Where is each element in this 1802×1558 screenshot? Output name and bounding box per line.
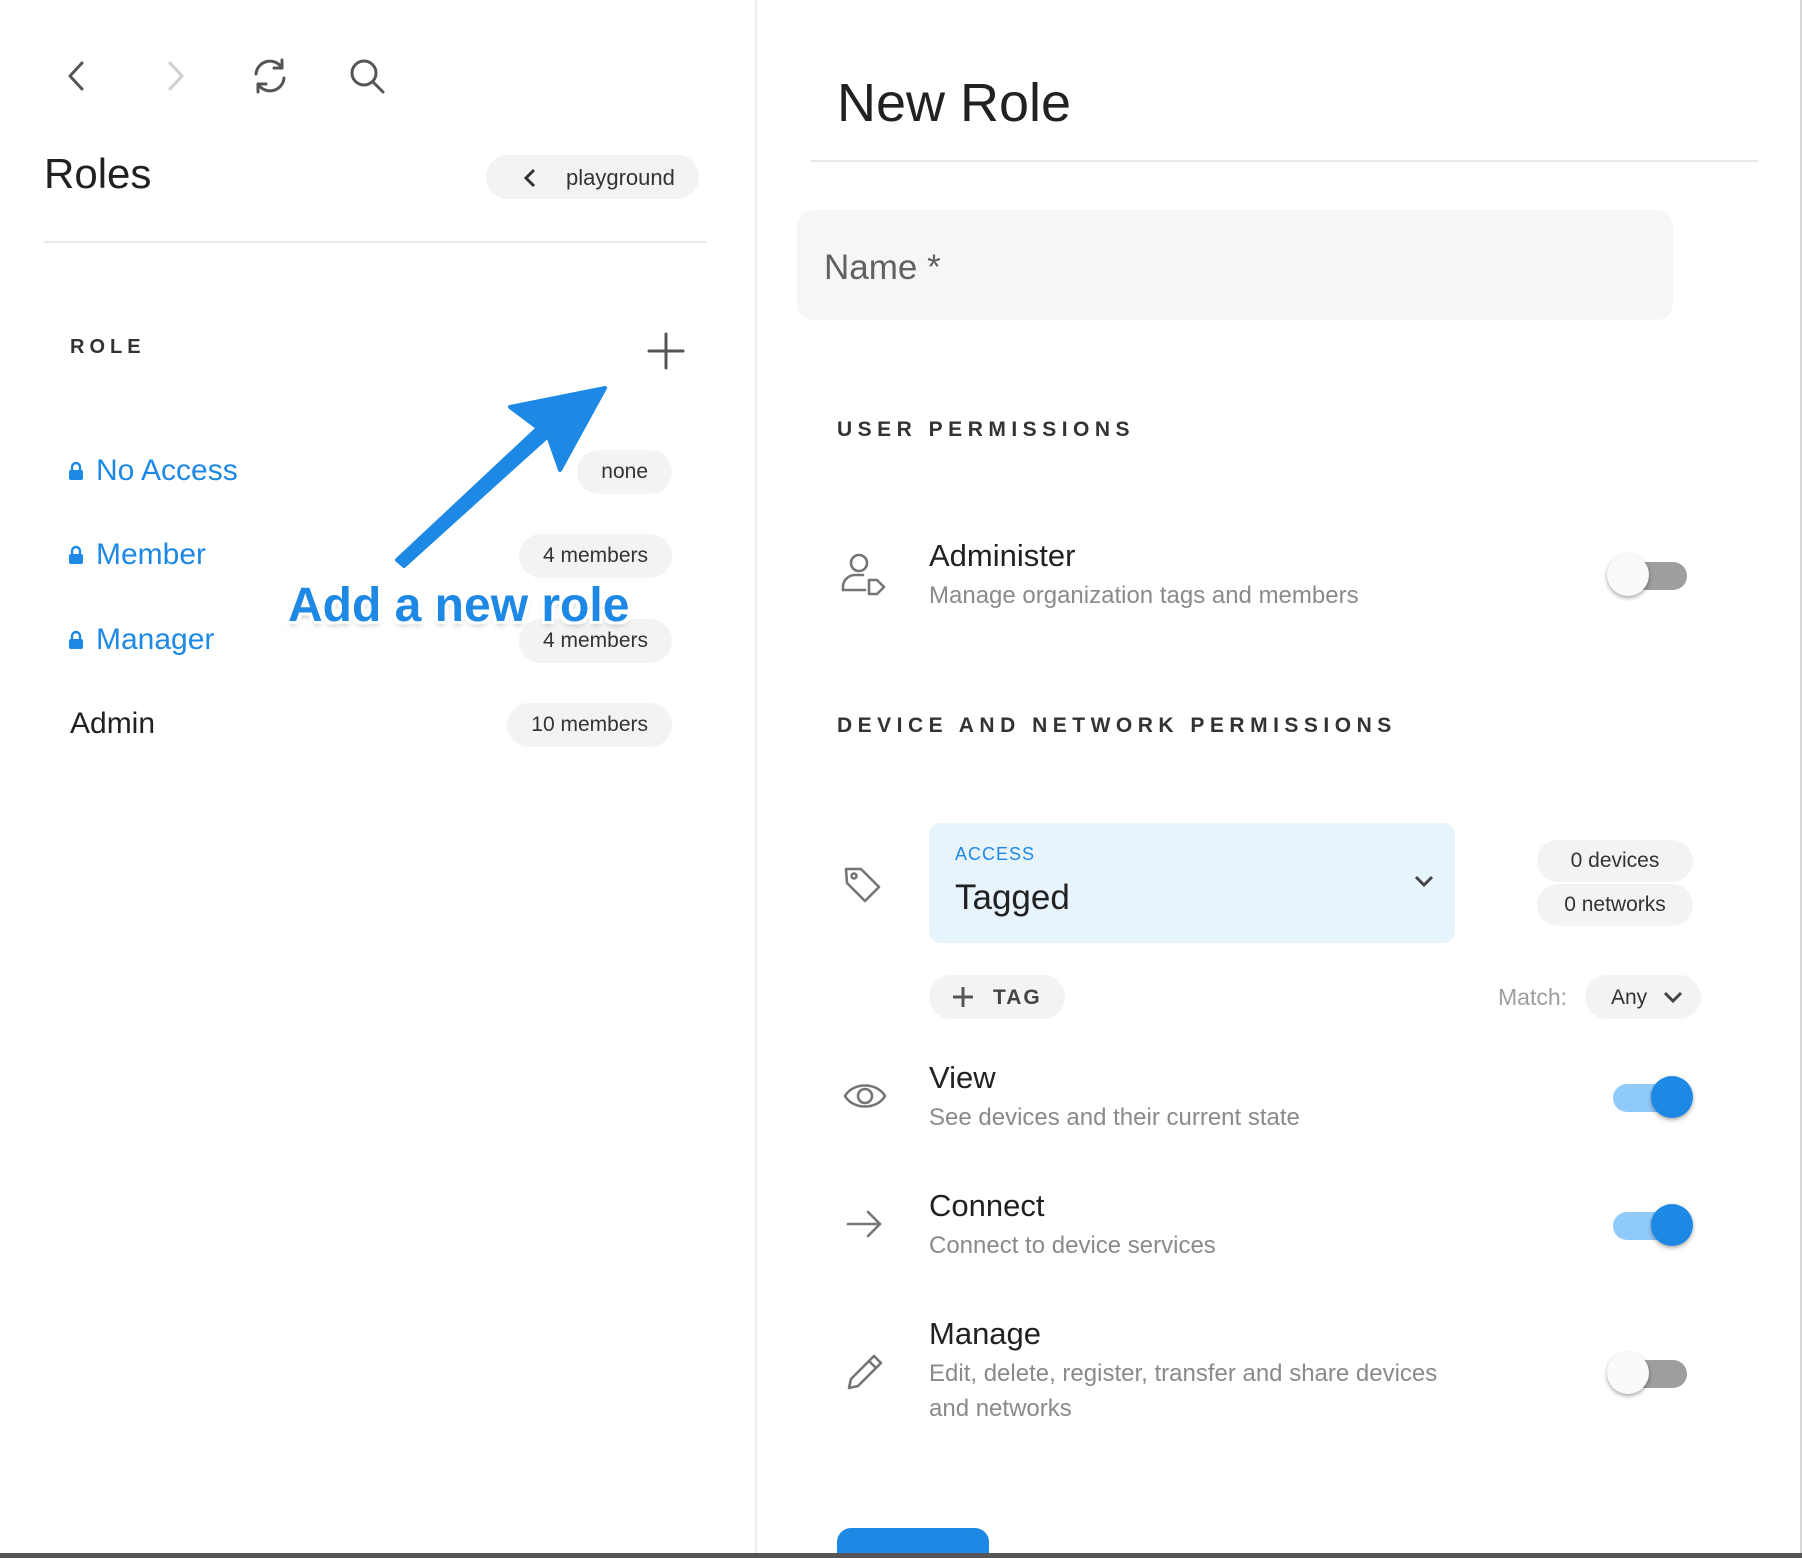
divider <box>44 241 706 243</box>
toggle-thumb <box>1651 1204 1693 1246</box>
devices-count-badge[interactable]: 0 devices <box>1537 840 1693 882</box>
bottom-edge <box>0 1553 1802 1558</box>
search-button[interactable] <box>343 52 391 100</box>
lock-icon <box>69 630 83 649</box>
manage-description: Edit, delete, register, transfer and sha… <box>929 1360 1438 1422</box>
annotation-callout: Add a new role <box>288 579 630 632</box>
add-role-button[interactable] <box>640 325 692 377</box>
device-network-permissions-heading: DEVICE AND NETWORK PERMISSIONS <box>837 714 1397 737</box>
role-name: Member <box>96 538 207 571</box>
organization-back-button[interactable]: playground <box>486 155 699 199</box>
plus-icon <box>953 987 973 1007</box>
eye-icon <box>839 1070 891 1122</box>
administer-title: Administer <box>929 538 1076 573</box>
manage-toggle[interactable] <box>1607 1346 1693 1394</box>
connect-description: Connect to device services <box>929 1232 1216 1259</box>
toggle-thumb <box>1607 1352 1649 1394</box>
lock-icon <box>69 545 83 564</box>
new-role-form: New Role Name * USER PERMISSIONS Adminis… <box>759 0 1802 1558</box>
annotation-arrow-icon <box>395 386 607 568</box>
chevron-right-icon <box>168 61 184 91</box>
chevron-left-icon <box>68 61 84 91</box>
match-select[interactable]: Any <box>1585 975 1701 1019</box>
access-select[interactable]: ACCESS Tagged <box>929 823 1455 943</box>
pencil-icon <box>839 1346 891 1398</box>
role-name: No Access <box>96 454 238 487</box>
administer-toggle[interactable] <box>1607 548 1693 596</box>
match-label: Match: <box>1498 984 1568 1010</box>
view-title: View <box>929 1060 996 1095</box>
plus-icon <box>647 332 685 370</box>
add-tag-button[interactable]: TAG <box>929 975 1065 1019</box>
chevron-left-icon <box>523 168 536 188</box>
connect-toggle[interactable] <box>1607 1198 1693 1246</box>
connect-title: Connect <box>929 1188 1045 1223</box>
page-title: Roles <box>44 150 152 197</box>
role-section-header: ROLE <box>70 336 146 358</box>
divider <box>811 160 1759 162</box>
role-member-count: 10 members <box>507 703 672 747</box>
administer-description: Manage organization tags and members <box>929 582 1359 609</box>
role-name-label: Name * <box>824 248 941 287</box>
role-name: Admin <box>70 707 156 740</box>
search-icon <box>350 59 385 94</box>
role-name: Manager <box>96 623 215 656</box>
organization-name: playground <box>566 165 675 190</box>
refresh-button[interactable] <box>246 52 294 100</box>
forward-button[interactable] <box>151 52 199 100</box>
chevron-down-icon <box>1663 991 1683 1004</box>
chevron-down-icon <box>1414 875 1434 888</box>
role-name-input[interactable]: Name * <box>797 210 1673 320</box>
toggle-thumb <box>1607 554 1649 596</box>
role-item-admin[interactable]: Admin 10 members <box>58 701 678 751</box>
view-description: See devices and their current state <box>929 1104 1300 1131</box>
match-value: Any <box>1611 986 1648 1009</box>
arrow-right-icon <box>839 1198 891 1250</box>
user-tag-icon <box>839 548 891 600</box>
access-label: ACCESS <box>955 844 1036 864</box>
form-title: New Role <box>837 73 1072 133</box>
app-window: Roles playground ROLE No Access none Mem… <box>0 0 1802 1558</box>
user-permissions-heading: USER PERMISSIONS <box>837 418 1136 441</box>
lock-icon <box>69 461 83 480</box>
access-value: Tagged <box>955 878 1070 917</box>
roles-panel: Roles playground ROLE No Access none Mem… <box>0 0 757 1558</box>
back-button[interactable] <box>53 52 101 100</box>
refresh-icon <box>254 58 286 94</box>
tag-icon <box>839 860 891 912</box>
view-toggle[interactable] <box>1607 1070 1693 1118</box>
manage-title: Manage <box>929 1316 1042 1351</box>
toggle-thumb <box>1651 1076 1693 1118</box>
add-tag-label: TAG <box>993 986 1042 1009</box>
networks-count-badge[interactable]: 0 networks <box>1537 884 1693 926</box>
